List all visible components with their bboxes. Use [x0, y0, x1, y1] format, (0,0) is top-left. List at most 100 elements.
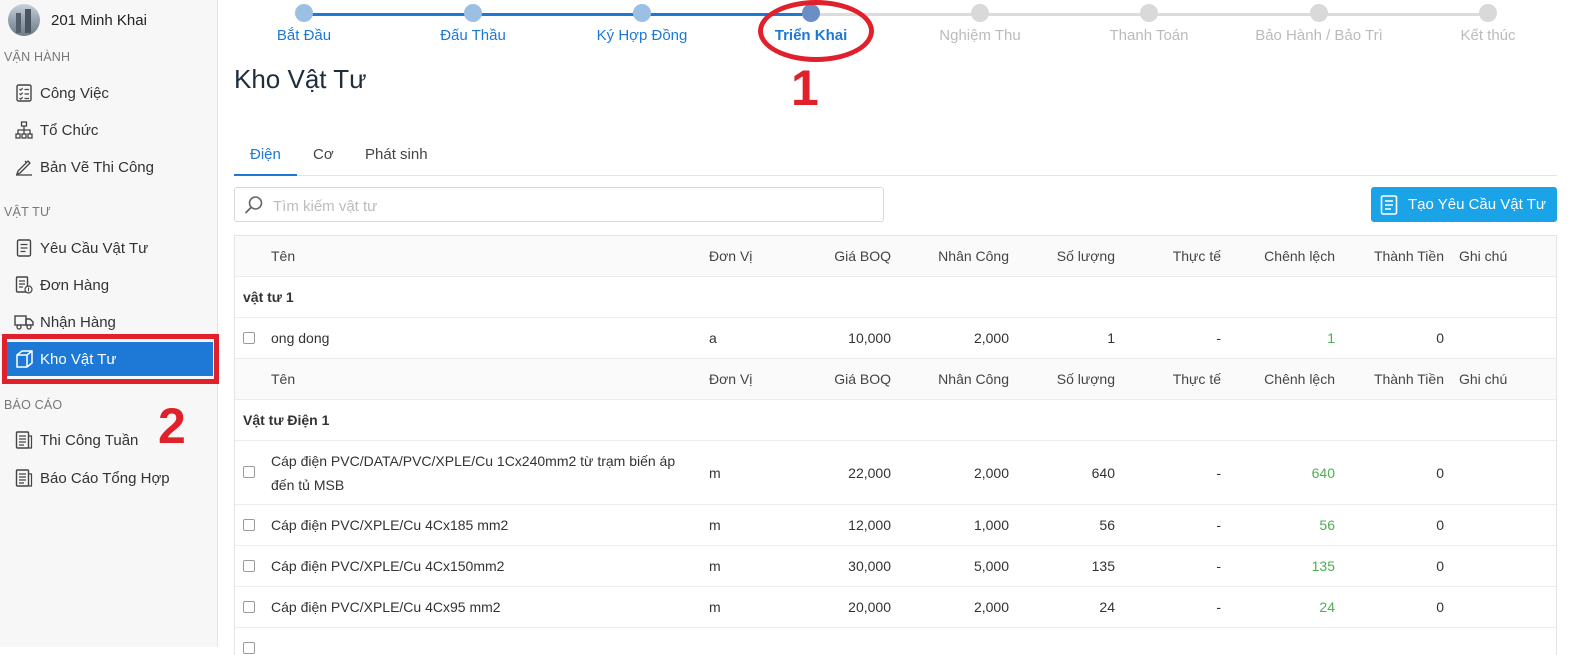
step-label: Đấu Thầu: [440, 27, 506, 44]
column-header-unit: Đơn Vị: [709, 248, 753, 264]
category-tabs: Điện Cơ Phát sinh: [234, 138, 1557, 176]
cell-labor: 1,000: [973, 517, 1009, 533]
cell-difference: 24: [1319, 599, 1335, 615]
report-icon: [14, 430, 34, 450]
column-header-labor: Nhân Công: [938, 248, 1009, 264]
table-group-row: vật tư 1: [235, 277, 1556, 318]
cell-difference: 1: [1327, 330, 1335, 346]
row-checkbox[interactable]: [243, 519, 255, 531]
section-label-bao-cao: BÁO CÁO: [4, 398, 63, 412]
step-bat-dau[interactable]: Bắt Đầu: [239, 4, 369, 44]
row-checkbox[interactable]: [243, 560, 255, 572]
column-header-name: Tên: [271, 371, 296, 387]
search-input[interactable]: [271, 194, 875, 218]
summary-report-icon: [14, 468, 34, 488]
document-icon: [1380, 194, 1398, 215]
step-label: Thanh Toán: [1109, 27, 1189, 44]
cell-name: ong dong: [271, 330, 330, 346]
sidebar-item-label: Tổ Chức: [40, 121, 99, 139]
column-header-actual: Thực tế: [1172, 248, 1221, 264]
step-label: Nghiệm Thu: [939, 27, 1021, 44]
sidebar-item-to-chuc[interactable]: Tổ Chức: [14, 115, 98, 145]
cell-quantity: 135: [1091, 558, 1115, 574]
step-trien-khai[interactable]: Triển Khai: [746, 4, 876, 44]
annotation-number-1: 1: [791, 60, 819, 116]
step-thanh-toan[interactable]: Thanh Toán: [1084, 4, 1214, 44]
sidebar-item-label: Kho Vật Tư: [40, 350, 117, 368]
step-nghiem-thu[interactable]: Nghiệm Thu: [915, 4, 1045, 44]
cell-quantity: 24: [1099, 599, 1115, 615]
cell-boq-price: 12,000: [848, 517, 891, 533]
column-header-difference: Chênh lệch: [1264, 248, 1335, 264]
materials-table: Tên Đơn Vị Giá BOQ Nhân Công Số lượng Th…: [234, 235, 1557, 655]
cell-unit: m: [709, 517, 721, 533]
cell-name: Cáp điện PVC/DATA/PVC/XPLE/Cu 1Cx240mm2 …: [271, 452, 676, 493]
cell-boq-price: 10,000: [848, 330, 891, 346]
invoice-icon: [14, 275, 34, 295]
row-checkbox[interactable]: [243, 332, 255, 344]
tab-co[interactable]: Cơ: [297, 138, 350, 174]
cell-unit: m: [709, 464, 721, 481]
row-checkbox[interactable]: [243, 601, 255, 613]
sidebar-item-bao-cao-tong-hop[interactable]: Báo Cáo Tổng Hợp: [14, 463, 170, 493]
project-title: 201 Minh Khai: [51, 11, 147, 29]
cell-total: 0: [1436, 599, 1444, 615]
step-bao-hanh-bao-tri[interactable]: Bảo Hành / Bảo Trì: [1254, 4, 1384, 44]
sidebar-item-nhan-hang[interactable]: Nhận Hàng: [14, 307, 116, 337]
step-dau-thau[interactable]: Đấu Thầu: [408, 4, 538, 44]
cell-quantity: 56: [1099, 517, 1115, 533]
step-label: Kết thúc: [1460, 27, 1516, 44]
group-name: vật tư 1: [243, 289, 294, 305]
step-ket-thuc[interactable]: Kết thúc: [1423, 4, 1553, 44]
table-row[interactable]: ong dong a 10,000 2,000 1 - 1 0: [235, 318, 1556, 359]
step-dot: [633, 4, 651, 22]
tab-dien[interactable]: Điện: [234, 138, 297, 176]
create-button-label: Tạo Yêu Cầu Vật Tư: [1408, 196, 1546, 213]
cell-unit: a: [709, 330, 717, 346]
cell-unit: m: [709, 558, 721, 574]
cell-total: 0: [1436, 464, 1444, 481]
cell-unit: m: [709, 599, 721, 615]
sidebar-item-yeu-cau-vat-tu[interactable]: Yêu Cầu Vật Tư: [14, 233, 148, 263]
project-header[interactable]: 201 Minh Khai: [8, 4, 147, 36]
checklist-icon: [14, 83, 34, 103]
sidebar-item-cong-viec[interactable]: Công Việc: [14, 78, 109, 108]
row-checkbox[interactable]: [243, 642, 255, 654]
cell-quantity: 640: [1091, 464, 1115, 481]
section-label-van-hanh: VẬN HÀNH: [4, 50, 71, 64]
cell-total: 0: [1436, 517, 1444, 533]
cell-actual: -: [1216, 330, 1221, 346]
table-header-row: Tên Đơn Vị Giá BOQ Nhân Công Số lượng Th…: [235, 359, 1556, 400]
group-name: Vật tư Điện 1: [243, 412, 330, 428]
tab-phat-sinh[interactable]: Phát sinh: [349, 138, 444, 174]
table-row-partial[interactable]: [235, 628, 1556, 655]
row-checkbox[interactable]: [243, 466, 255, 478]
table-row[interactable]: Cáp điện PVC/DATA/PVC/XPLE/Cu 1Cx240mm2 …: [235, 441, 1556, 505]
table-row[interactable]: Cáp điện PVC/XPLE/Cu 4Cx95 mm2 m 20,000 …: [235, 587, 1556, 628]
search-box: [234, 187, 884, 222]
column-header-boq-price: Giá BOQ: [834, 248, 891, 264]
org-chart-icon: [14, 120, 34, 140]
project-avatar: [8, 4, 40, 36]
cube-icon: [14, 349, 34, 369]
cell-boq-price: 30,000: [848, 558, 891, 574]
sidebar-item-thi-cong-tuan[interactable]: Thi Công Tuần: [14, 425, 138, 455]
create-material-request-button[interactable]: Tạo Yêu Cầu Vật Tư: [1371, 187, 1557, 222]
column-header-quantity: Số lượng: [1056, 248, 1115, 264]
cell-difference: 135: [1311, 558, 1335, 574]
drawing-icon: [14, 157, 34, 177]
sidebar-item-kho-vat-tu[interactable]: Kho Vật Tư: [7, 342, 213, 376]
step-ky-hop-dong[interactable]: Ký Hợp Đồng: [577, 4, 707, 44]
cell-name: Cáp điện PVC/XPLE/Cu 4Cx95 mm2: [271, 599, 501, 615]
step-dot: [1140, 4, 1158, 22]
cell-labor: 2,000: [973, 599, 1009, 615]
cell-actual: -: [1216, 464, 1221, 481]
cell-name: Cáp điện PVC/XPLE/Cu 4Cx185 mm2: [271, 517, 509, 533]
table-row[interactable]: Cáp điện PVC/XPLE/Cu 4Cx150mm2 m 30,000 …: [235, 546, 1556, 587]
sidebar-item-don-hang[interactable]: Đơn Hàng: [14, 270, 109, 300]
sidebar-item-label: Báo Cáo Tổng Hợp: [40, 469, 170, 487]
sidebar-item-ban-ve-thi-cong[interactable]: Bản Vẽ Thi Công: [14, 152, 154, 182]
column-header-name: Tên: [271, 248, 296, 264]
table-row[interactable]: Cáp điện PVC/XPLE/Cu 4Cx185 mm2 m 12,000…: [235, 505, 1556, 546]
cell-actual: -: [1216, 599, 1221, 615]
